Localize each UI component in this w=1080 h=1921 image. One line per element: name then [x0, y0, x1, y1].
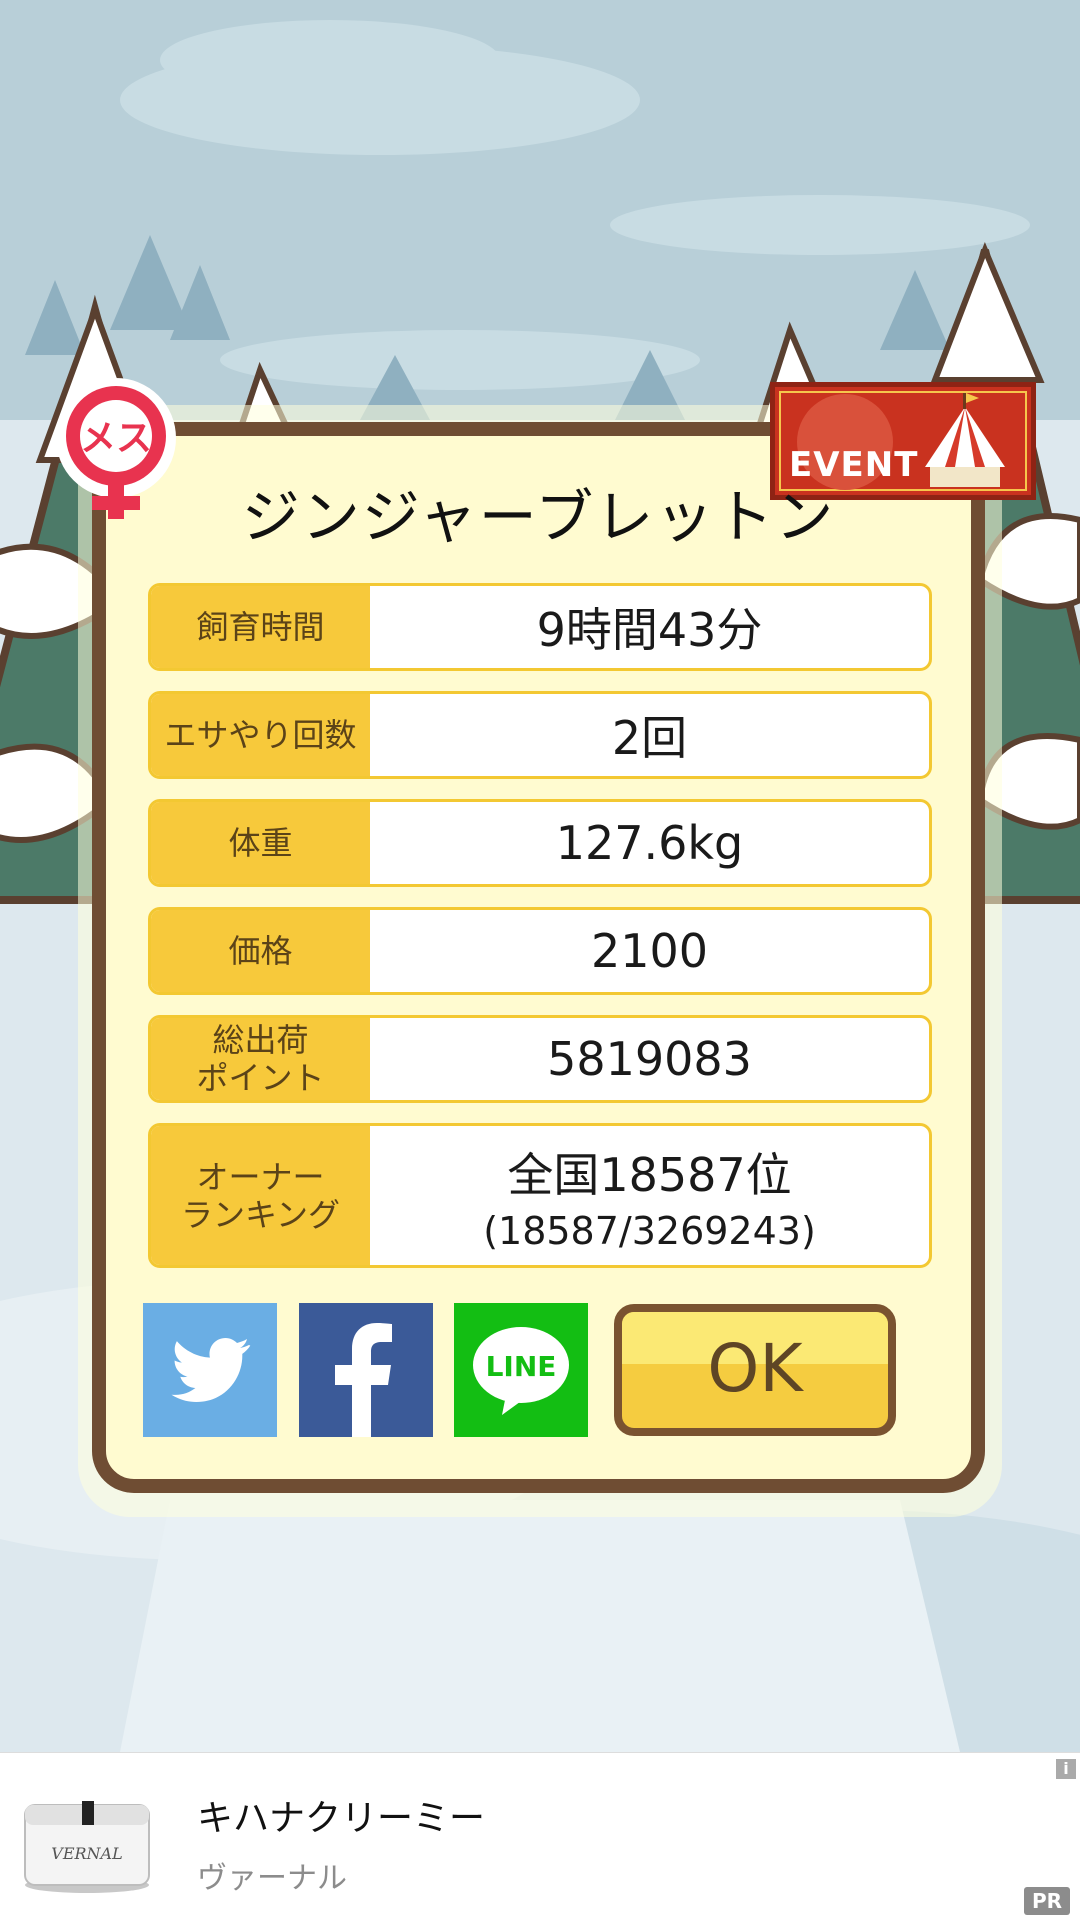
stat-row-owner-ranking: オーナー ランキング 全国18587位 (18587/3269243): [148, 1123, 932, 1268]
line-label: LINE: [486, 1350, 557, 1383]
share-twitter-button[interactable]: [143, 1303, 277, 1437]
stat-label: オーナー ランキング: [151, 1126, 370, 1265]
stat-value: 2100: [590, 924, 709, 978]
ok-button[interactable]: OK: [614, 1304, 896, 1436]
stat-label: 価格: [151, 910, 370, 992]
stat-label: 体重: [151, 802, 370, 884]
stat-row-shipping-points: 総出荷 ポイント 5819083: [148, 1015, 932, 1103]
ad-pr-badge: PR: [1023, 1887, 1070, 1915]
gender-label: メス: [80, 418, 152, 459]
line-logo-icon: LINE: [473, 1327, 569, 1415]
facebook-f-icon: [335, 1323, 392, 1437]
share-line-button[interactable]: LINE: [454, 1303, 588, 1437]
ok-label: OK: [707, 1330, 803, 1407]
ad-product-brand: VERNAL: [51, 1844, 122, 1863]
share-facebook-button[interactable]: [299, 1303, 433, 1437]
stat-value: 9時間43分: [536, 603, 763, 657]
stat-row-weight: 体重 127.6kg: [148, 799, 932, 887]
ad-title[interactable]: キハナクリーミー: [197, 1789, 485, 1841]
stat-label: エサやり回数: [151, 694, 370, 776]
ad-banner[interactable]: VERNAL キハナクリーミー ヴァーナル i PR: [0, 1752, 1080, 1921]
stat-value: 2回: [611, 711, 688, 765]
ranking-detail: (18587/3269243): [483, 1208, 816, 1253]
stat-value: 127.6kg: [555, 816, 744, 870]
ranking-value: 全国18587位: [507, 1147, 792, 1202]
stat-row-breeding-time: 飼育時間 9時間43分: [148, 583, 932, 671]
twitter-bird-icon: [171, 1338, 251, 1402]
stat-row-price: 価格 2100: [148, 907, 932, 995]
ad-info-icon[interactable]: i: [1056, 1759, 1076, 1779]
pig-name: ジンジャーブレットン: [241, 483, 836, 551]
ad-product-image: VERNAL: [12, 1793, 162, 1893]
stat-value: 5819083: [547, 1032, 752, 1086]
stat-label: 総出荷 ポイント: [151, 1018, 370, 1100]
stat-row-feeding-count: エサやり回数 2回: [148, 691, 932, 779]
stat-label: 飼育時間: [151, 586, 370, 668]
ad-advertiser: ヴァーナル: [197, 1861, 347, 1896]
